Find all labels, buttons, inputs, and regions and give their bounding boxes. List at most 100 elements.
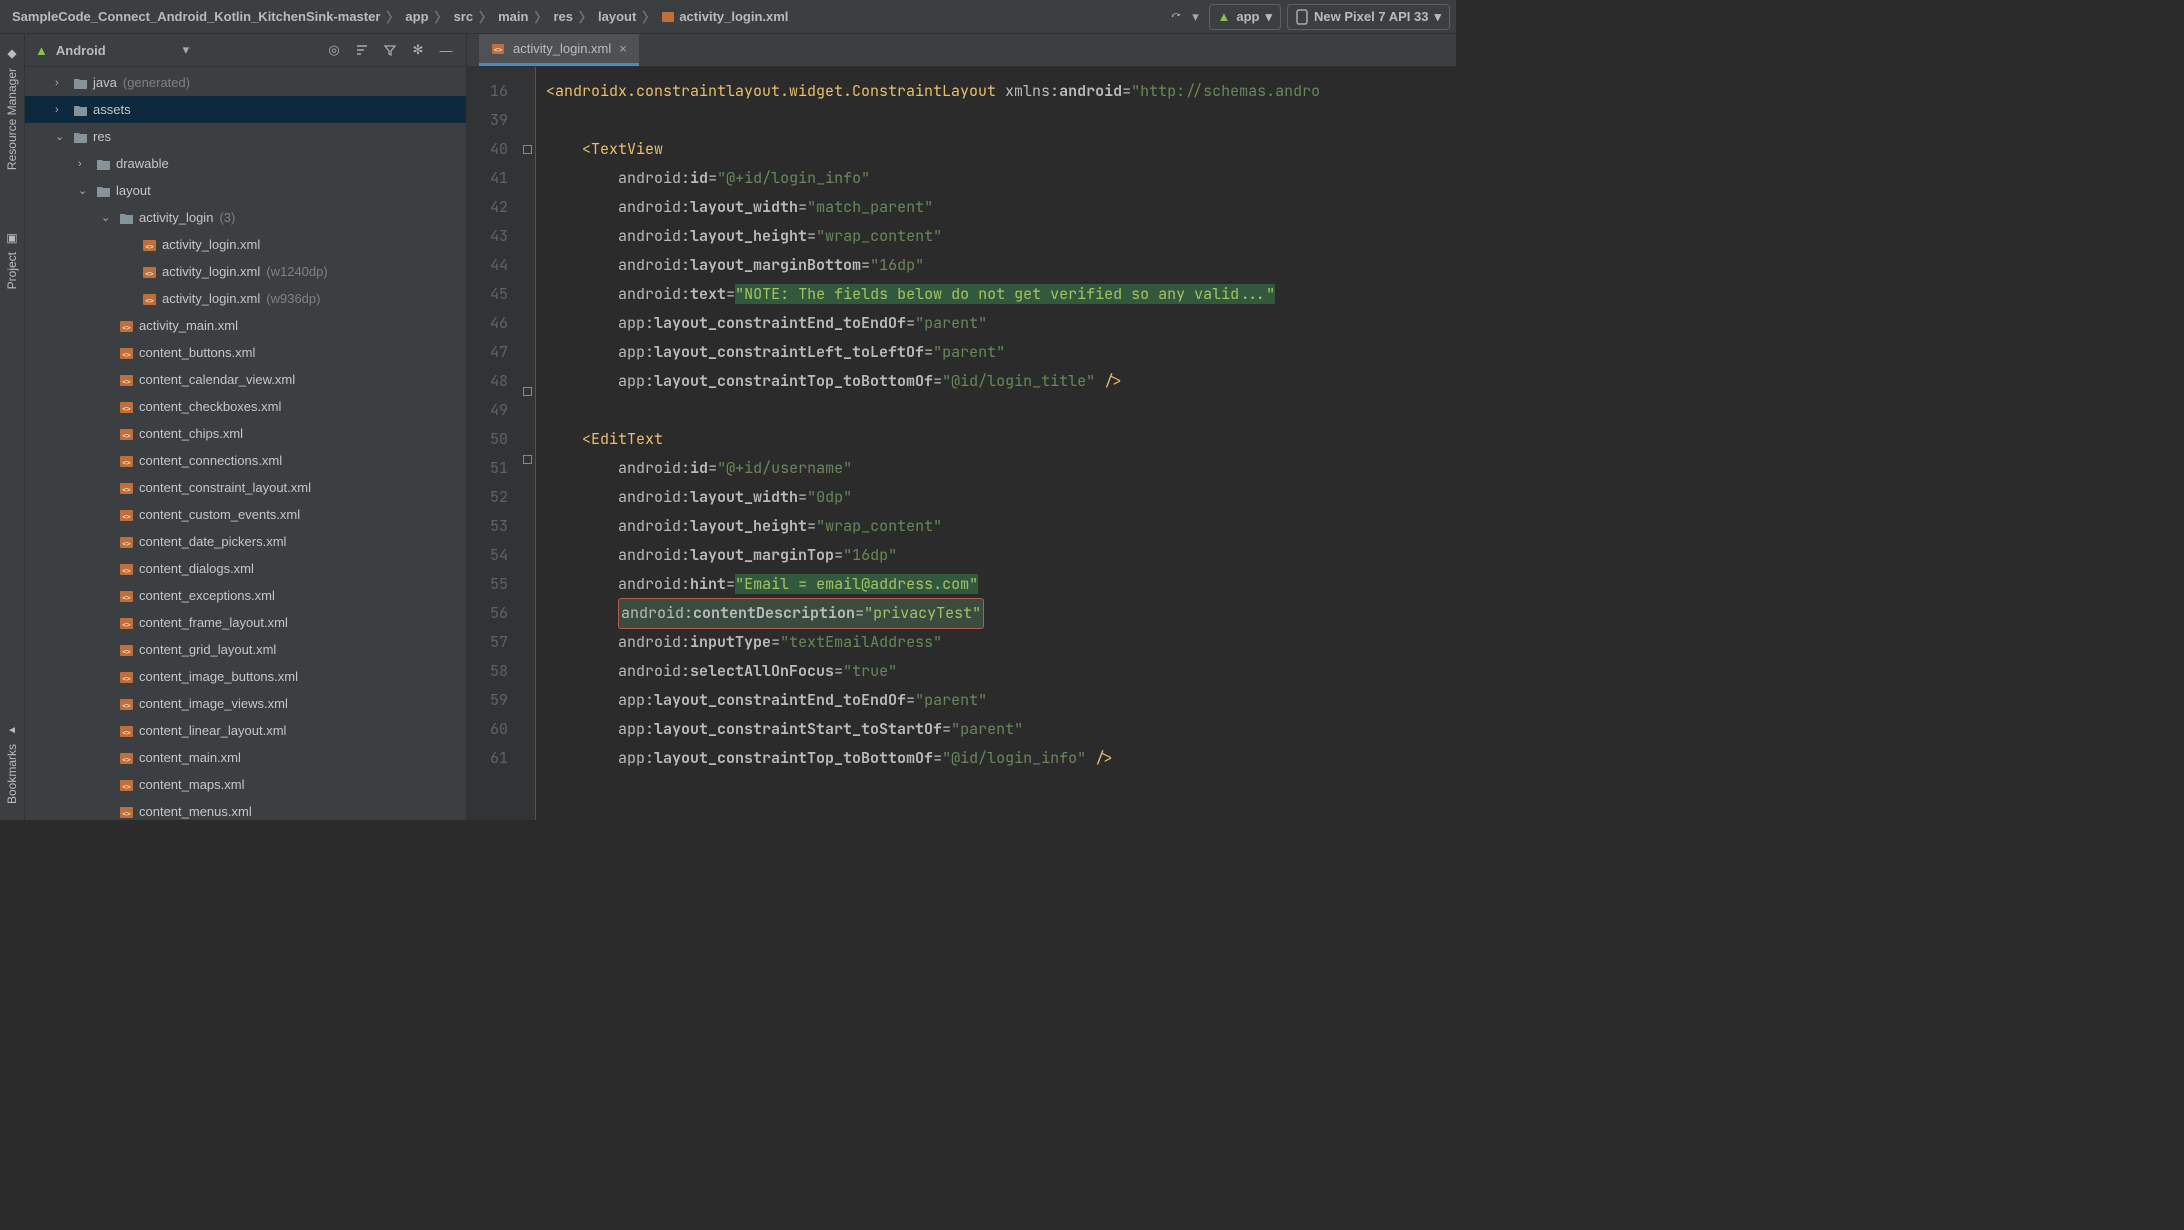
fold-column[interactable] [522, 67, 536, 820]
code-line[interactable]: android:text="NOTE: The fields below do … [546, 280, 1456, 309]
project-tab[interactable]: Project ▣ [5, 226, 19, 295]
fold-marker[interactable] [523, 387, 532, 396]
code-line[interactable]: app:layout_constraintEnd_toEndOf="parent… [546, 309, 1456, 338]
tree-file[interactable]: <>content_exceptions.xml [25, 582, 466, 609]
breadcrumb-segment[interactable]: app [401, 9, 432, 24]
code-line[interactable]: app:layout_constraintLeft_toLeftOf="pare… [546, 338, 1456, 367]
tree-file[interactable]: <>content_frame_layout.xml [25, 609, 466, 636]
code-line[interactable]: android:contentDescription="privacyTest" [546, 599, 1456, 628]
code-line[interactable]: app:layout_constraintTop_toBottomOf="@id… [546, 367, 1456, 396]
tree-file[interactable]: <>activity_login.xml (w1240dp) [25, 258, 466, 285]
tree-file[interactable]: <>content_calendar_view.xml [25, 366, 466, 393]
tree-file[interactable]: <>activity_login.xml (w936dp) [25, 285, 466, 312]
tree-folder[interactable]: ⌄layout [25, 177, 466, 204]
code-line[interactable]: android:id="@+id/username" [546, 454, 1456, 483]
tree-file[interactable]: <>activity_login.xml [25, 231, 466, 258]
tree-file[interactable]: <>content_grid_layout.xml [25, 636, 466, 663]
code-line[interactable]: android:selectAllOnFocus="true" [546, 657, 1456, 686]
tree-file[interactable]: <>content_menus.xml [25, 798, 466, 820]
tree-folder[interactable]: ›drawable [25, 150, 466, 177]
tree-file[interactable]: <>content_maps.xml [25, 771, 466, 798]
code-line[interactable]: android:hint="Email = email@address.com" [546, 570, 1456, 599]
code-line[interactable]: android:layout_height="wrap_content" [546, 222, 1456, 251]
code-line[interactable]: app:layout_constraintTop_toBottomOf="@id… [546, 744, 1456, 773]
sync-icon[interactable] [1169, 10, 1183, 24]
code-line[interactable] [546, 396, 1456, 425]
code-editor[interactable]: 1639404142434445464748495051525354555657… [467, 67, 1456, 820]
tree-file[interactable]: <>content_linear_layout.xml [25, 717, 466, 744]
tree-folder[interactable]: ›assets [25, 96, 466, 123]
code-line[interactable]: android:inputType="textEmailAddress" [546, 628, 1456, 657]
code-line[interactable]: android:layout_height="wrap_content" [546, 512, 1456, 541]
tree-folder[interactable]: ⌄res [25, 123, 466, 150]
xml-file-icon: <> [119, 562, 133, 576]
run-config-selector[interactable]: ▲ app ▾ [1209, 4, 1282, 30]
sort-icon[interactable] [352, 40, 372, 60]
close-icon[interactable]: × [619, 41, 627, 56]
breadcrumb-separator: 〉 [577, 7, 594, 26]
tree-label: content_calendar_view.xml [139, 372, 295, 387]
breadcrumb-segment[interactable]: src [450, 9, 478, 24]
breadcrumb-segment[interactable]: res [549, 9, 577, 24]
gear-icon[interactable]: ✻ [408, 40, 428, 60]
chevron-icon[interactable]: ⌄ [78, 184, 90, 197]
code-line[interactable]: <EditText [546, 425, 1456, 454]
device-selector[interactable]: New Pixel 7 API 33 ▾ [1287, 4, 1450, 30]
minimize-icon[interactable]: — [436, 40, 456, 60]
tree-file[interactable]: <>content_image_buttons.xml [25, 663, 466, 690]
tree-file[interactable]: <>content_connections.xml [25, 447, 466, 474]
chevron-down-icon[interactable]: ▾ [1189, 10, 1203, 24]
code-line[interactable]: app:layout_constraintStart_toStartOf="pa… [546, 715, 1456, 744]
code-line[interactable]: android:layout_marginBottom="16dp" [546, 251, 1456, 280]
fold-marker[interactable] [523, 145, 532, 154]
tree-folder[interactable]: ⌄activity_login (3) [25, 204, 466, 231]
tree-file[interactable]: <>content_image_views.xml [25, 690, 466, 717]
target-icon[interactable]: ◎ [324, 40, 344, 60]
code-line[interactable]: android:layout_width="0dp" [546, 483, 1456, 512]
code-line[interactable]: app:layout_constraintEnd_toEndOf="parent… [546, 686, 1456, 715]
tree-file[interactable]: <>content_dialogs.xml [25, 555, 466, 582]
code-line[interactable]: android:layout_width="match_parent" [546, 193, 1456, 222]
bookmark-icon: ▸ [5, 724, 19, 738]
chevron-down-icon[interactable]: ▾ [183, 42, 190, 58]
chevron-down-icon: ▾ [1266, 9, 1273, 25]
code-content[interactable]: <androidx.constraintlayout.widget.Constr… [536, 67, 1456, 820]
chevron-icon[interactable]: ⌄ [55, 130, 67, 143]
chevron-icon[interactable]: › [78, 158, 90, 170]
bookmarks-tab[interactable]: Bookmarks ▸ [5, 718, 19, 810]
resource-manager-tab[interactable]: Resource Manager ◆ [5, 42, 19, 176]
tree-file[interactable]: <>content_custom_events.xml [25, 501, 466, 528]
tree-suffix: (generated) [123, 75, 190, 90]
filter-icon[interactable] [380, 40, 400, 60]
tree-file[interactable]: <>content_buttons.xml [25, 339, 466, 366]
code-line[interactable]: <androidx.constraintlayout.widget.Constr… [546, 77, 1456, 106]
tree-file[interactable]: <>activity_main.xml [25, 312, 466, 339]
tab-activity-login[interactable]: <> activity_login.xml × [479, 34, 639, 66]
code-line[interactable] [546, 106, 1456, 135]
code-line[interactable]: android:layout_marginTop="16dp" [546, 541, 1456, 570]
xml-file-icon: <> [119, 589, 133, 603]
project-view-label[interactable]: Android [56, 43, 175, 58]
tree-folder[interactable]: ›java (generated) [25, 69, 466, 96]
code-line[interactable]: <TextView [546, 135, 1456, 164]
breadcrumb-segment[interactable]: activity_login.xml [657, 9, 792, 24]
breadcrumb-segment[interactable]: layout [594, 9, 640, 24]
chevron-icon[interactable]: ⌄ [101, 211, 113, 224]
breadcrumb-segment[interactable]: main [494, 9, 532, 24]
tree-label: activity_login [139, 210, 213, 225]
tree-file[interactable]: <>content_date_pickers.xml [25, 528, 466, 555]
chevron-icon[interactable]: › [55, 77, 67, 89]
chevron-down-icon: ▾ [1434, 9, 1441, 25]
code-line[interactable]: android:id="@+id/login_info" [546, 164, 1456, 193]
fold-marker[interactable] [523, 455, 532, 464]
breadcrumb-segment[interactable]: SampleCode_Connect_Android_Kotlin_Kitche… [8, 9, 384, 24]
tree-file[interactable]: <>content_checkboxes.xml [25, 393, 466, 420]
project-tree[interactable]: ›java (generated)›assets⌄res›drawable⌄la… [25, 67, 466, 820]
breadcrumb[interactable]: SampleCode_Connect_Android_Kotlin_Kitche… [6, 7, 792, 26]
tree-file[interactable]: <>content_chips.xml [25, 420, 466, 447]
breadcrumb-separator: 〉 [433, 7, 450, 26]
line-numbers: 1639404142434445464748495051525354555657… [467, 67, 522, 820]
tree-file[interactable]: <>content_main.xml [25, 744, 466, 771]
tree-file[interactable]: <>content_constraint_layout.xml [25, 474, 466, 501]
chevron-icon[interactable]: › [55, 104, 67, 116]
